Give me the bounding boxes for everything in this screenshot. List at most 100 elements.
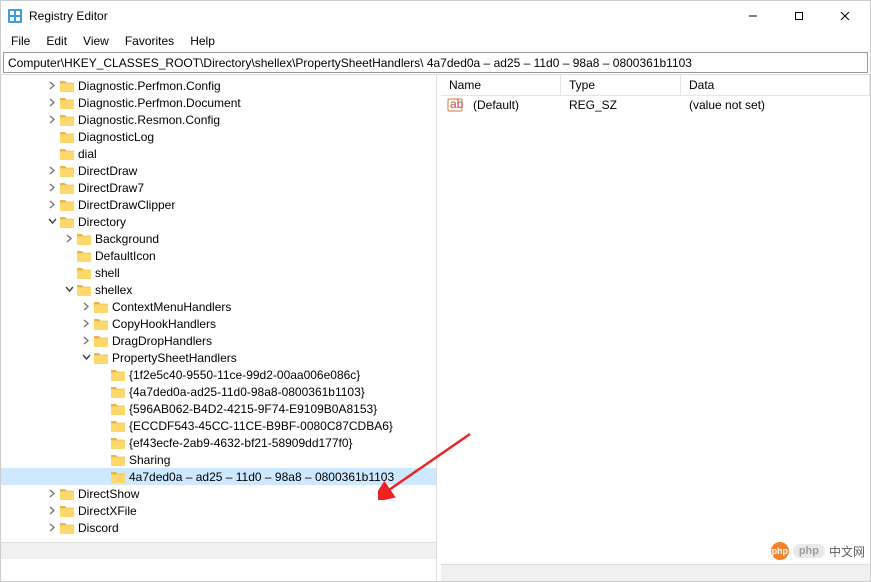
value-data: (value not set) [681,98,870,112]
tree-item[interactable]: DirectXFile [1,502,436,519]
col-header-data[interactable]: Data [681,75,870,95]
tree-item-label: shell [95,266,120,280]
menu-file[interactable]: File [3,32,38,50]
tree-item-label: Diagnostic.Perfmon.Document [78,96,241,110]
maximize-button[interactable] [776,1,822,31]
tree-item[interactable]: {1f2e5c40-9550-11ce-99d2-00aa006e086c} [1,366,436,383]
folder-icon [76,232,92,246]
value-name: (Default) [465,98,561,112]
tree-item[interactable]: ContextMenuHandlers [1,298,436,315]
tree-item[interactable]: shell [1,264,436,281]
tree-item[interactable]: Sharing [1,451,436,468]
folder-icon [76,266,92,280]
chevron-right-icon[interactable] [79,336,93,345]
tree-item[interactable]: Diagnostic.Perfmon.Config [1,77,436,94]
tree-pane[interactable]: Diagnostic.Perfmon.Config Diagnostic.Perf… [1,75,437,581]
tree-item[interactable]: DirectDraw7 [1,179,436,196]
values-pane: Name Type Data (Default)REG_SZ(value not… [441,75,870,581]
tree-item[interactable]: Discord [1,519,436,536]
chevron-right-icon[interactable] [45,506,59,515]
tree-item[interactable]: CopyHookHandlers [1,315,436,332]
tree-item-label: {1f2e5c40-9550-11ce-99d2-00aa006e086c} [129,368,360,382]
values-horizontal-scrollbar[interactable] [441,564,870,581]
value-row[interactable]: (Default)REG_SZ(value not set) [441,96,870,114]
folder-icon [110,402,126,416]
tree-item[interactable]: Diagnostic.Resmon.Config [1,111,436,128]
col-header-name[interactable]: Name [441,75,561,95]
folder-icon [110,385,126,399]
col-header-type[interactable]: Type [561,75,681,95]
tree-item-label: DirectDraw7 [78,181,144,195]
chevron-right-icon[interactable] [45,98,59,107]
folder-icon [59,79,75,93]
folder-icon [110,436,126,450]
chevron-down-icon[interactable] [79,353,93,362]
minimize-button[interactable] [730,1,776,31]
folder-icon [59,113,75,127]
menu-view[interactable]: View [75,32,117,50]
tree-item-label: {4a7ded0a-ad25-11d0-98a8-0800361b1103} [129,385,365,399]
folder-icon [110,470,126,484]
tree-item[interactable]: DiagnosticLog [1,128,436,145]
folder-icon [76,249,92,263]
tree-item[interactable]: Diagnostic.Perfmon.Document [1,94,436,111]
tree-item-label: ContextMenuHandlers [112,300,231,314]
folder-icon [59,96,75,110]
menu-favorites[interactable]: Favorites [117,32,182,50]
menu-edit[interactable]: Edit [38,32,75,50]
tree-item[interactable]: {596AB062-B4D2-4215-9F74-E9109B0A8153} [1,400,436,417]
maximize-icon [794,11,804,21]
address-text: Computer\HKEY_CLASSES_ROOT\Directory\she… [8,56,692,70]
tree-item[interactable]: {ECCDF543-45CC-11CE-B9BF-0080C87CDBA6} [1,417,436,434]
tree-item-label: CopyHookHandlers [112,317,216,331]
registry-tree[interactable]: Diagnostic.Perfmon.Config Diagnostic.Perf… [1,75,436,542]
chevron-right-icon[interactable] [45,489,59,498]
chevron-right-icon[interactable] [45,166,59,175]
tree-item[interactable]: shellex [1,281,436,298]
folder-icon [93,300,109,314]
tree-item-label: Background [95,232,159,246]
registry-editor-window: Registry Editor File Edit View Favorites… [0,0,871,582]
tree-item[interactable]: Background [1,230,436,247]
chevron-right-icon[interactable] [79,319,93,328]
tree-item[interactable]: {4a7ded0a-ad25-11d0-98a8-0800361b1103} [1,383,436,400]
tree-item-label: DiagnosticLog [78,130,154,144]
tree-item[interactable]: DragDropHandlers [1,332,436,349]
tree-item-label: DefaultIcon [95,249,156,263]
tree-item[interactable]: dial [1,145,436,162]
chevron-down-icon[interactable] [62,285,76,294]
titlebar[interactable]: Registry Editor [1,1,870,31]
chevron-down-icon[interactable] [45,217,59,226]
tree-item[interactable]: {ef43ecfe-2ab9-4632-bf21-58909dd177f0} [1,434,436,451]
tree-item-label: shellex [95,283,132,297]
folder-icon [93,317,109,331]
chevron-right-icon[interactable] [79,302,93,311]
tree-item-label: Sharing [129,453,170,467]
tree-item[interactable]: DirectShow [1,485,436,502]
tree-item[interactable]: DirectDrawClipper [1,196,436,213]
tree-item[interactable]: Directory [1,213,436,230]
chevron-right-icon[interactable] [45,81,59,90]
folder-icon [59,198,75,212]
tree-item-label: {ef43ecfe-2ab9-4632-bf21-58909dd177f0} [129,436,353,450]
folder-icon [76,283,92,297]
close-button[interactable] [822,1,868,31]
tree-item[interactable]: 4a7ded0a – ad25 – 11d0 – 98a8 – 0800361b… [1,468,436,485]
minimize-icon [748,11,758,21]
tree-horizontal-scrollbar[interactable] [1,542,436,559]
address-bar[interactable]: Computer\HKEY_CLASSES_ROOT\Directory\she… [3,52,868,73]
chevron-right-icon[interactable] [45,200,59,209]
chevron-right-icon[interactable] [45,183,59,192]
menu-help[interactable]: Help [182,32,223,50]
chevron-right-icon[interactable] [45,115,59,124]
folder-icon [59,130,75,144]
folder-icon [110,368,126,382]
folder-icon [59,215,75,229]
tree-item[interactable]: DefaultIcon [1,247,436,264]
chevron-right-icon[interactable] [45,523,59,532]
tree-item-label: Discord [78,521,119,535]
tree-item[interactable]: DirectDraw [1,162,436,179]
values-list[interactable]: (Default)REG_SZ(value not set) [441,96,870,564]
tree-item[interactable]: PropertySheetHandlers [1,349,436,366]
chevron-right-icon[interactable] [62,234,76,243]
